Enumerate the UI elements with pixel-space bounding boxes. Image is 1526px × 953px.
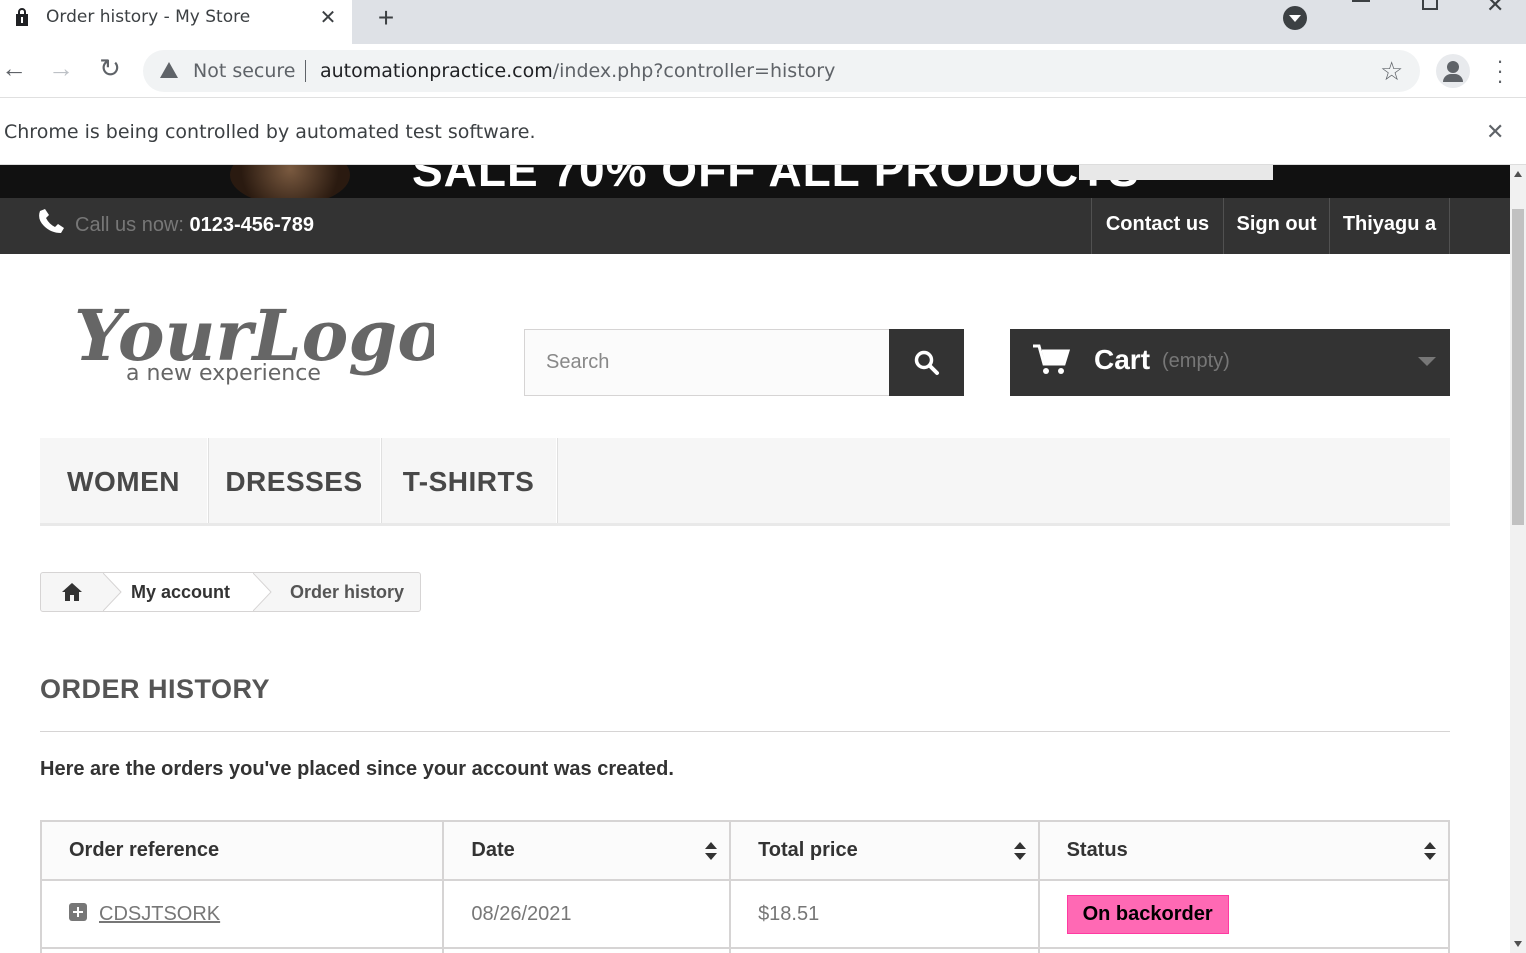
page-title: ORDER HISTORY [40, 674, 271, 704]
contact-us-link[interactable]: Contact us [1091, 198, 1223, 254]
address-bar[interactable]: Not secure automationpractice.com/index.… [143, 50, 1420, 92]
sign-out-link[interactable]: Sign out [1223, 198, 1329, 254]
column-label: Total price [758, 839, 858, 861]
column-label: Order reference [69, 839, 220, 861]
search-icon [914, 350, 939, 375]
status-badge: On backorder [1066, 894, 1229, 934]
breadcrumb-my-account[interactable]: My account [103, 573, 253, 611]
window-close-icon[interactable]: ✕ [1486, 0, 1504, 18]
store-logo[interactable]: YourLogo a new experience [74, 288, 434, 398]
column-total-price[interactable]: Total price [729, 820, 1040, 881]
search-box [524, 329, 890, 396]
profile-avatar-icon[interactable] [1436, 54, 1470, 88]
main-menu: WOMEN DRESSES T-SHIRTS [40, 438, 1450, 526]
breadcrumb-separator [103, 573, 122, 611]
infobar-close-icon[interactable]: ✕ [1486, 119, 1504, 145]
menu-item-dresses[interactable]: DRESSES [208, 438, 381, 523]
cart-button[interactable]: Cart (empty) [1010, 329, 1450, 396]
breadcrumb-separator [253, 573, 272, 611]
banner-button[interactable] [1079, 165, 1273, 180]
browser-toolbar: ← → ↻ Not secure automationpractice.com/… [0, 44, 1526, 98]
page-viewport: SALE 70% OFF ALL PRODUCTS Call us now: 0… [0, 165, 1510, 953]
account-link[interactable]: Thiyagu a [1329, 198, 1450, 254]
expand-plus-icon[interactable] [69, 903, 87, 922]
warning-icon [160, 62, 178, 78]
bookmark-star-icon[interactable]: ☆ [1380, 56, 1403, 87]
cart-status: (empty) [1162, 350, 1230, 372]
minimize-icon[interactable] [1352, 0, 1370, 2]
cell-empty [442, 947, 732, 953]
phone-number: 0123-456-789 [189, 214, 315, 236]
call-us-text: Call us now: [75, 214, 184, 236]
scroll-thumb[interactable] [1512, 209, 1524, 525]
banner-image [230, 165, 350, 198]
url-text[interactable]: automationpractice.com/index.php?control… [320, 60, 835, 82]
reload-icon[interactable]: ↻ [96, 54, 124, 82]
scroll-down-icon[interactable] [1514, 941, 1522, 947]
security-label[interactable]: Not secure [193, 60, 296, 82]
cell-date: 08/26/2021 [442, 879, 732, 949]
shopping-bag-icon [16, 8, 28, 26]
cell-empty [1037, 947, 1451, 953]
column-label: Status [1066, 839, 1128, 861]
automation-infobar: Chrome is being controlled by automated … [0, 99, 1526, 165]
cart-icon [1033, 344, 1070, 374]
sort-icon[interactable] [1423, 841, 1437, 861]
chevron-down-icon [1418, 357, 1436, 366]
back-icon[interactable]: ← [0, 54, 28, 82]
sort-icon[interactable] [704, 841, 718, 861]
top-nav-bar: Call us now: 0123-456-789 Contact us Sig… [0, 198, 1510, 254]
intro-text: Here are the orders you've placed since … [40, 758, 674, 780]
divider [40, 731, 1450, 732]
page-scrollbar[interactable] [1510, 165, 1526, 953]
cart-label: Cart [1094, 344, 1151, 375]
menu-kebab-icon[interactable]: · · · [1490, 50, 1510, 92]
tab-search-icon[interactable] [1283, 6, 1307, 30]
sort-icon[interactable] [1013, 841, 1027, 861]
table-row: CDSJTSORK 08/26/2021 $18.51 On backorder [39, 879, 1451, 949]
breadcrumb-account-label: My account [131, 582, 231, 602]
menu-item-tshirts[interactable]: T-SHIRTS [381, 438, 557, 523]
tab-close-icon[interactable]: ✕ [316, 6, 340, 30]
browser-tab-bar: Order history - My Store ✕ + ✕ [0, 0, 1526, 44]
breadcrumb-home[interactable] [41, 573, 103, 611]
cell-empty [39, 947, 445, 953]
column-status[interactable]: Status [1037, 820, 1451, 881]
cell-status: On backorder [1037, 879, 1451, 949]
breadcrumb-current: Order history [290, 582, 405, 602]
new-tab-button[interactable]: + [372, 4, 400, 32]
search-button[interactable] [889, 329, 964, 396]
order-reference-link[interactable]: CDSJTSORK [99, 903, 220, 925]
column-date[interactable]: Date [442, 820, 732, 881]
tab-title: Order history - My Store [46, 7, 251, 27]
home-icon [62, 583, 82, 601]
column-label: Date [471, 839, 515, 861]
divider [305, 60, 306, 82]
cell-empty [729, 947, 1040, 953]
browser-tab[interactable]: Order history - My Store ✕ [0, 0, 352, 44]
maximize-icon[interactable] [1422, 0, 1438, 10]
cell-order-reference: CDSJTSORK [39, 879, 445, 949]
breadcrumb: My account Order history [40, 572, 421, 612]
order-history-table: Order reference Date Total price Status … [39, 820, 1451, 953]
banner-text: SALE 70% OFF ALL PRODUCTS [412, 165, 1140, 196]
infobar-text: Chrome is being controlled by automated … [4, 121, 536, 143]
scroll-up-icon[interactable] [1514, 171, 1522, 177]
menu-item-women[interactable]: WOMEN [40, 438, 208, 523]
call-us-label: Call us now: 0123-456-789 [75, 214, 314, 237]
forward-icon[interactable]: → [47, 54, 75, 82]
column-order-reference: Order reference [39, 820, 445, 881]
table-header-row: Order reference Date Total price Status [39, 820, 1451, 881]
url-path: /index.php?controller=history [552, 60, 836, 82]
promo-banner[interactable]: SALE 70% OFF ALL PRODUCTS [0, 165, 1510, 198]
url-host: automationpractice.com [320, 60, 553, 82]
logo-tagline: a new experience [126, 361, 321, 386]
table-row [39, 947, 1451, 953]
phone-icon [39, 209, 64, 233]
cell-total-price: $18.51 [729, 879, 1040, 949]
search-input[interactable] [525, 330, 889, 395]
